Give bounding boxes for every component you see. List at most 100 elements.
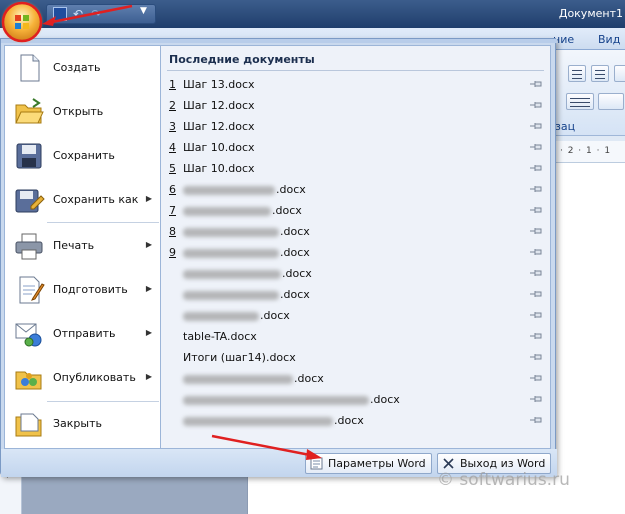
exit-word-label: Выход из Word (460, 457, 546, 470)
redo-icon[interactable]: ↷ (91, 7, 105, 21)
cmd-close[interactable]: Закрыть (5, 402, 160, 446)
pin-icon[interactable] (529, 247, 543, 257)
recent-item-filename: table-TA.docx (183, 330, 257, 343)
pin-icon[interactable] (529, 163, 543, 173)
cmd-open[interactable]: Открыть (5, 90, 160, 134)
recent-document-item[interactable]: 6 .docx (167, 179, 547, 200)
recent-document-item[interactable]: .docx (167, 284, 547, 305)
recent-document-item[interactable]: .docx (167, 263, 547, 284)
redacted-filename (183, 248, 279, 258)
recent-item-number: 1 (169, 78, 176, 91)
title-bar: ↶ ↷ ▼ Документ1 (0, 0, 625, 28)
recent-item-name: Шаг 10.docx (183, 141, 255, 154)
recent-item-number: 7 (169, 204, 176, 217)
ruler-ticks: · 2 · 1 · 1 (560, 146, 612, 156)
recent-item-name: .docx (183, 267, 312, 280)
pin-icon[interactable] (529, 352, 543, 362)
pin-icon[interactable] (529, 100, 543, 110)
document-title: Документ1 (558, 7, 623, 20)
undo-icon[interactable]: ↶ (73, 7, 87, 21)
redacted-filename (183, 206, 271, 216)
line-spacing-icon[interactable] (566, 93, 594, 110)
redacted-filename (183, 227, 279, 237)
redacted-filename (183, 185, 275, 195)
recent-document-item[interactable]: 4 Шаг 10.docx (167, 137, 547, 158)
office-menu: Создать Открыть Сохранить Сохранить как … (0, 38, 557, 477)
pin-icon[interactable] (529, 394, 543, 404)
recent-item-filename: Шаг 12.docx (183, 120, 255, 133)
cmd-label: Создать (53, 61, 101, 74)
recent-item-name: .docx (183, 309, 290, 322)
pin-icon[interactable] (529, 289, 543, 299)
recent-item-name: .docx (183, 372, 324, 385)
recent-document-item[interactable]: 5 Шаг 10.docx (167, 158, 547, 179)
recent-document-item[interactable]: table-TA.docx (167, 326, 547, 347)
pin-icon[interactable] (529, 142, 543, 152)
align-distribute-icon[interactable] (591, 65, 609, 82)
close-icon (443, 458, 454, 469)
word-options-button[interactable]: Параметры Word (305, 453, 432, 474)
recent-document-item[interactable]: .docx (167, 410, 547, 431)
recent-item-name: .docx (183, 414, 364, 427)
redacted-filename (183, 416, 333, 426)
pin-icon[interactable] (529, 205, 543, 215)
pin-icon[interactable] (529, 310, 543, 320)
pin-icon[interactable] (529, 121, 543, 131)
recent-item-name: .docx (183, 246, 310, 259)
options-icon (310, 457, 323, 470)
pin-icon[interactable] (529, 268, 543, 278)
cmd-new[interactable]: Создать (5, 46, 160, 90)
pin-icon[interactable] (529, 415, 543, 425)
submenu-arrow-icon: ▶ (145, 328, 152, 337)
recent-item-filename: .docx (280, 246, 310, 259)
cmd-label: Сохранить (53, 149, 115, 162)
shading-icon[interactable] (598, 93, 624, 110)
pin-icon[interactable] (529, 79, 543, 89)
redacted-filename (183, 269, 281, 279)
align-justify-icon[interactable] (568, 65, 586, 82)
recent-item-filename: .docx (260, 309, 290, 322)
recent-item-filename: .docx (276, 183, 306, 196)
recent-document-item[interactable]: 3 Шаг 12.docx (167, 116, 547, 137)
save-icon[interactable] (53, 7, 67, 21)
pin-icon[interactable] (529, 184, 543, 194)
recent-item-filename: .docx (370, 393, 400, 406)
recent-document-item[interactable]: 1 Шаг 13.docx (167, 74, 547, 95)
recent-item-filename: .docx (294, 372, 324, 385)
cmd-send[interactable]: Отправить ▶ (5, 312, 160, 356)
tab-view[interactable]: Вид (598, 33, 620, 46)
save-disk-icon (16, 143, 42, 169)
cmd-prepare[interactable]: Подготовить ▶ (5, 268, 160, 312)
recent-document-item[interactable]: .docx (167, 305, 547, 326)
office-button[interactable] (3, 3, 41, 41)
cmd-save[interactable]: Сохранить (5, 134, 160, 178)
cmd-label: Опубликовать (53, 371, 136, 384)
new-document-icon (20, 54, 40, 82)
recent-document-item[interactable]: 8 .docx (167, 221, 547, 242)
recent-document-item[interactable]: 2 Шаг 12.docx (167, 95, 547, 116)
recent-item-number: 6 (169, 183, 176, 196)
cmd-print[interactable]: Печать ▶ (5, 224, 160, 268)
pin-icon[interactable] (529, 373, 543, 383)
cmd-save-as[interactable]: Сохранить как ▶ (5, 178, 160, 222)
recent-document-item[interactable]: .docx (167, 368, 547, 389)
recent-document-item[interactable]: Итоги (шаг14).docx (167, 347, 547, 368)
menu-top-strip (1, 39, 557, 43)
recent-item-filename: .docx (280, 225, 310, 238)
pin-icon[interactable] (529, 226, 543, 236)
cmd-publish[interactable]: Опубликовать ▶ (5, 356, 160, 400)
recent-document-item[interactable]: 7 .docx (167, 200, 547, 221)
qat-customize-chevron-icon[interactable]: ▼ (140, 6, 147, 16)
recent-item-name: Итоги (шаг14).docx (183, 351, 296, 364)
recent-item-name: .docx (183, 288, 310, 301)
watermark: © softwarius.ru (437, 470, 570, 490)
recent-document-item[interactable]: .docx (167, 389, 547, 410)
ribbon-more-icon[interactable] (614, 65, 625, 82)
recent-item-name: Шаг 12.docx (183, 99, 255, 112)
recent-item-number: 4 (169, 141, 176, 154)
recent-document-item[interactable]: 9 .docx (167, 242, 547, 263)
redacted-filename (183, 290, 279, 300)
recent-item-number: 9 (169, 246, 176, 259)
pin-icon[interactable] (529, 331, 543, 341)
recent-item-name: Шаг 12.docx (183, 120, 255, 133)
